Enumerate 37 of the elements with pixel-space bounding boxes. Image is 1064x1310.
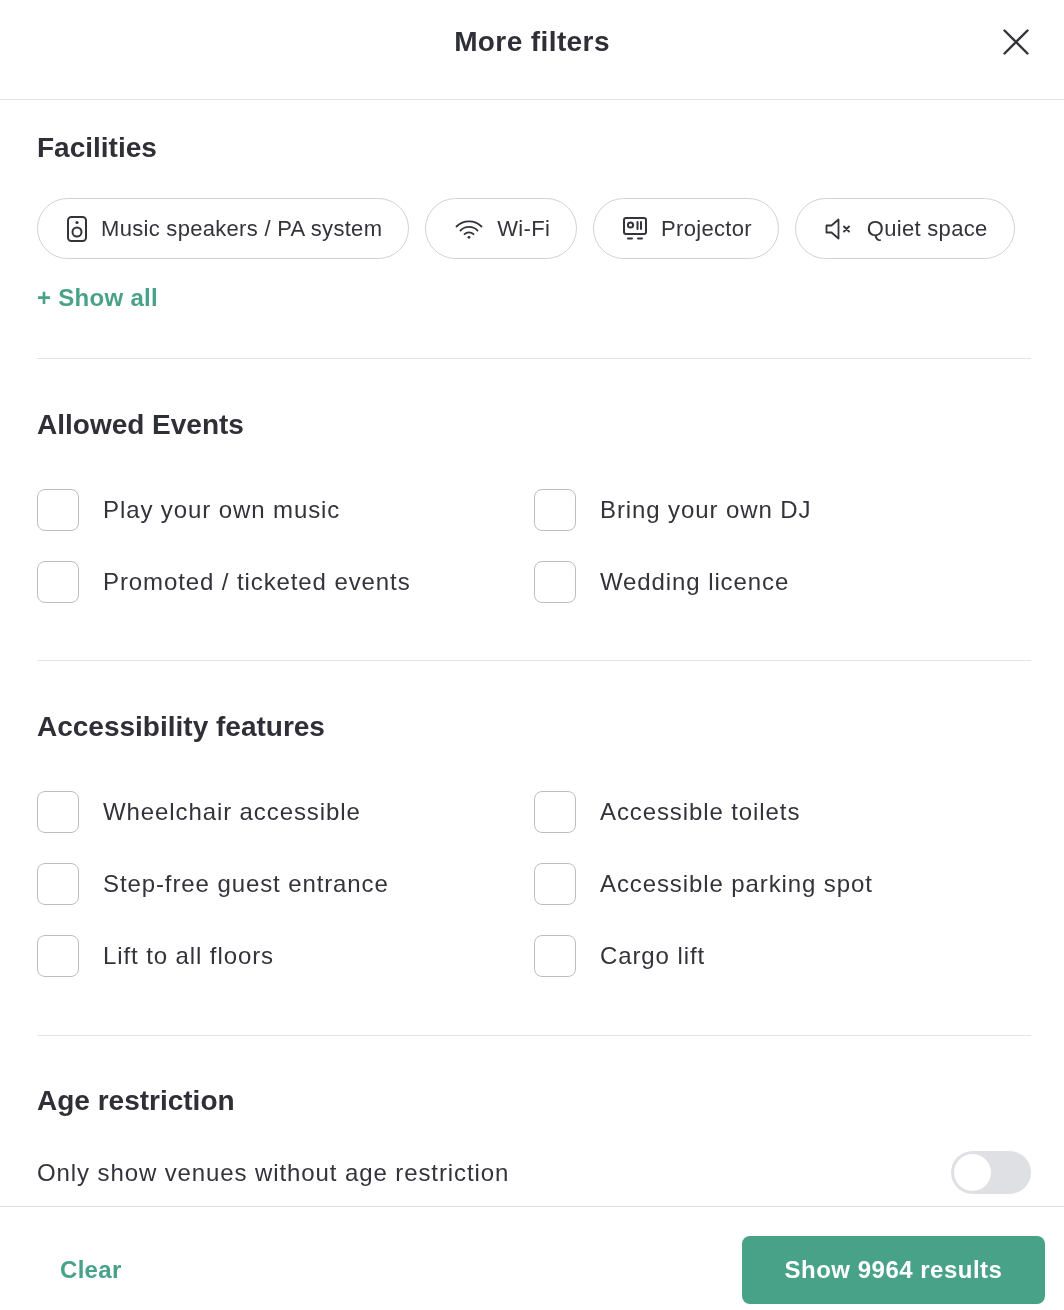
- checkbox-label: Bring your own DJ: [600, 495, 812, 525]
- projector-icon: [623, 216, 648, 241]
- checkbox-label: Accessible parking spot: [600, 869, 873, 899]
- checkbox[interactable]: [37, 791, 79, 833]
- checkbox-label: Step-free guest entrance: [103, 869, 389, 899]
- close-button[interactable]: [1003, 29, 1029, 55]
- checkbox-label: Lift to all floors: [103, 941, 274, 971]
- section-heading: Allowed Events: [37, 408, 244, 442]
- section-heading: Age restriction: [37, 1084, 235, 1118]
- wifi-icon: [455, 218, 484, 239]
- checkbox-label: Play your own music: [103, 495, 341, 525]
- filter-chip[interactable]: Wi-Fi: [425, 198, 578, 259]
- checkbox-label: Cargo lift: [600, 941, 706, 971]
- checkbox[interactable]: [37, 863, 79, 905]
- checkbox[interactable]: [534, 561, 576, 603]
- toggle-label: Only show venues without age restriction: [37, 1157, 510, 1188]
- checkbox[interactable]: [37, 935, 79, 977]
- checkbox[interactable]: [37, 561, 79, 603]
- filter-chip[interactable]: Projector: [593, 198, 779, 259]
- checkbox[interactable]: [534, 863, 576, 905]
- section-heading: Accessibility features: [37, 710, 325, 744]
- checkbox[interactable]: [534, 791, 576, 833]
- section-heading: Facilities: [37, 131, 157, 165]
- checkbox[interactable]: [534, 489, 576, 531]
- filter-chip[interactable]: Quiet space: [794, 198, 1015, 259]
- close-icon: [1003, 29, 1029, 55]
- muted-speaker-icon: [824, 217, 853, 240]
- toggle-switch[interactable]: [951, 1151, 1031, 1194]
- checkbox-label: Wheelchair accessible: [103, 797, 361, 827]
- checkbox[interactable]: [37, 489, 79, 531]
- checkbox[interactable]: [534, 935, 576, 977]
- filter-chip[interactable]: Music speakers / PA system: [37, 198, 410, 259]
- checkbox-label: Wedding licence: [600, 567, 790, 597]
- speaker-icon: [67, 215, 87, 242]
- checkbox-label: Accessible toilets: [600, 797, 801, 827]
- modal-title: More filters: [454, 25, 610, 59]
- checkbox-label: Promoted / ticketed events: [103, 567, 411, 597]
